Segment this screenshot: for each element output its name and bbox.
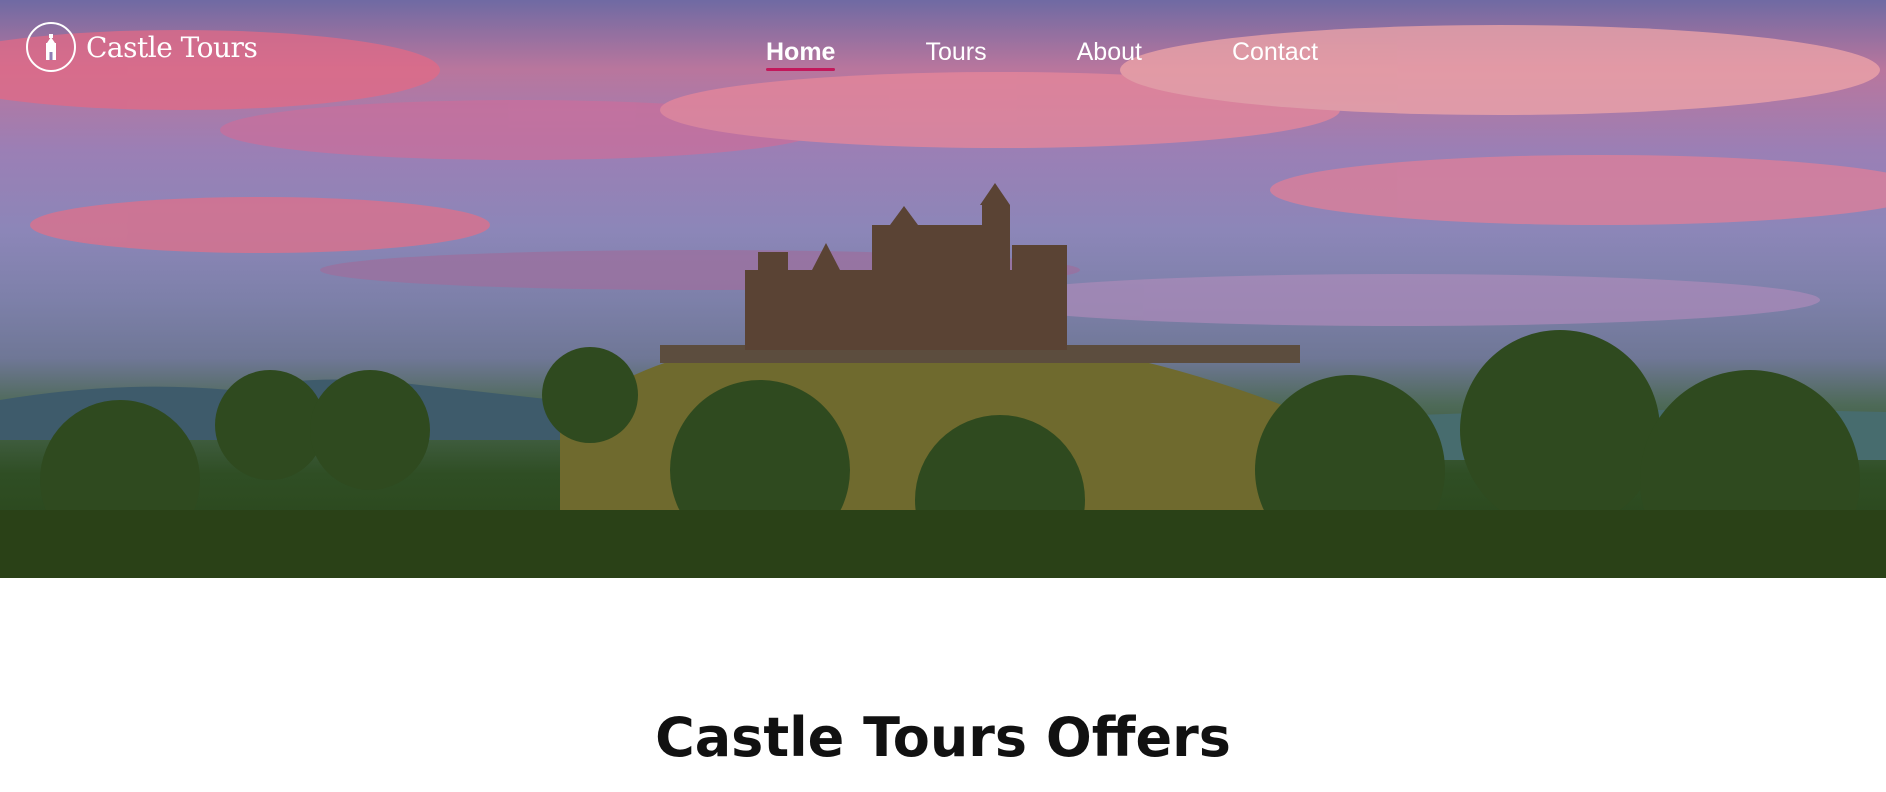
- nav-home[interactable]: Home: [766, 38, 836, 71]
- nav-about[interactable]: About: [1077, 38, 1142, 71]
- tower-icon: [26, 22, 76, 72]
- brand-name: Castle Tours: [86, 30, 258, 64]
- brand-logo[interactable]: Castle Tours: [26, 22, 258, 72]
- offers-title: Castle Tours Offers: [655, 706, 1231, 769]
- main-menu: Home Tours About Contact: [766, 38, 1408, 71]
- top-nav: Castle Tours Home Tours About Contact: [0, 0, 1886, 100]
- nav-tours[interactable]: Tours: [925, 38, 986, 71]
- hero-banner: Castle Tours Home Tours About Contact: [0, 0, 1886, 578]
- castle: [660, 183, 1300, 363]
- nav-contact[interactable]: Contact: [1232, 38, 1318, 71]
